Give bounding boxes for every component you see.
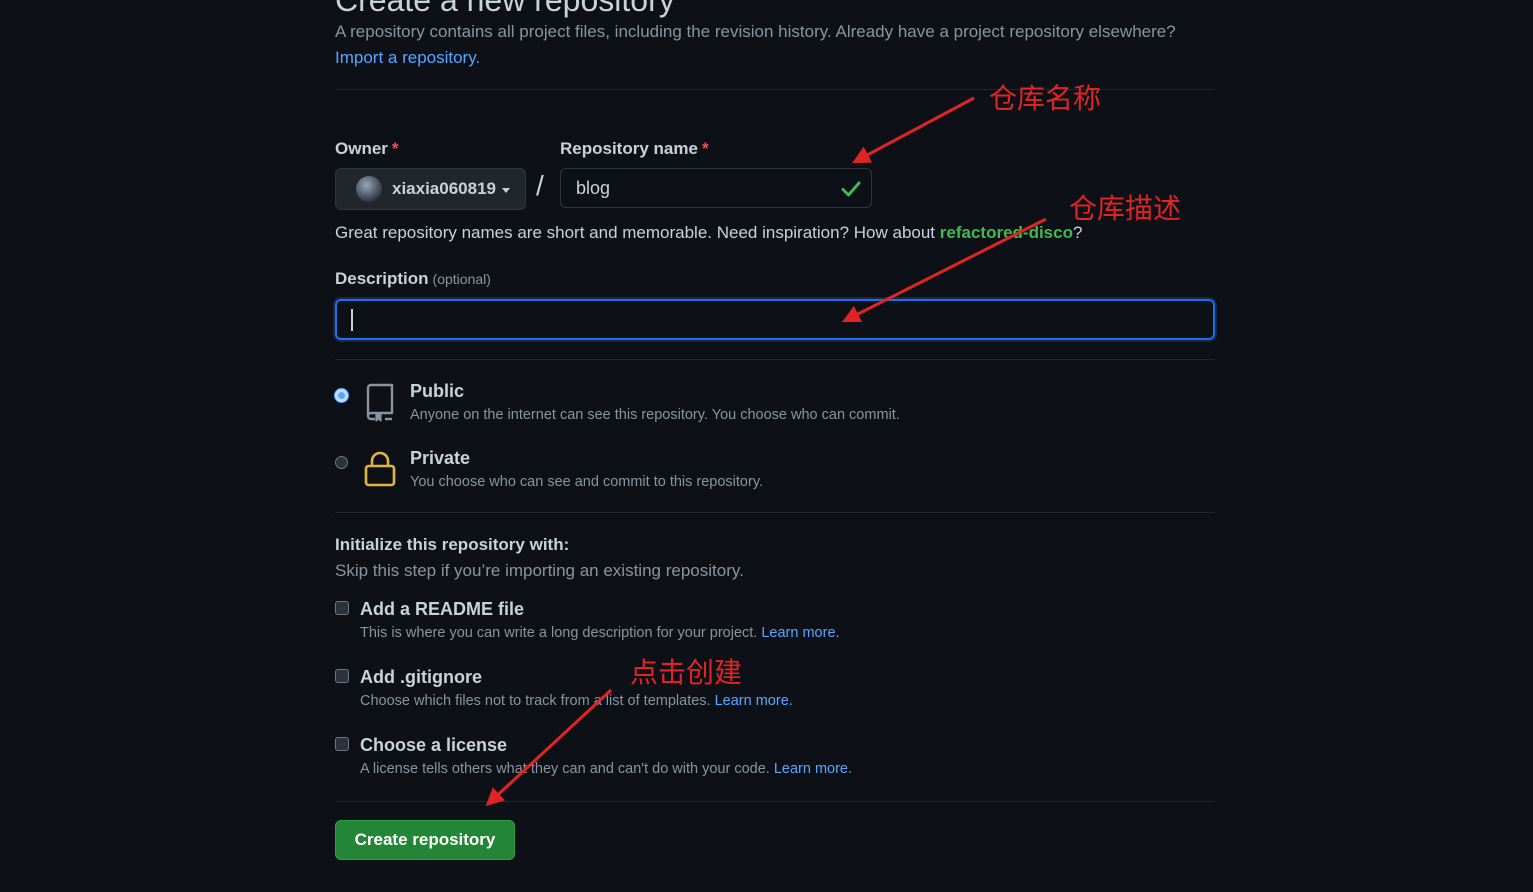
- initialize-heading: Initialize this repository with:: [335, 535, 570, 554]
- license-description-text: A license tells others what they can and…: [360, 761, 770, 777]
- annotation-repo-name: 仓库名称: [989, 82, 1102, 115]
- hint-prefix: Great repository names are short and mem…: [335, 223, 940, 242]
- optional-tag: (optional): [432, 271, 491, 287]
- intro-text: A repository contains all project files,…: [335, 19, 1215, 71]
- divider: [335, 359, 1215, 360]
- readme-checkbox[interactable]: [335, 601, 349, 615]
- text-cursor: [351, 309, 353, 331]
- divider: [335, 801, 1215, 802]
- gitignore-description: Choose which files not to track from a l…: [360, 693, 793, 709]
- repository-name-input[interactable]: blog: [560, 168, 872, 208]
- name-hint: Great repository names are short and mem…: [335, 223, 1082, 243]
- lock-icon: [364, 451, 396, 487]
- name-suggestion-link[interactable]: refactored-disco: [940, 223, 1073, 242]
- repo-name-arrow: [852, 96, 975, 164]
- repo-name-label: Repository name *: [560, 139, 709, 159]
- annotation-create: 点击创建: [630, 656, 743, 689]
- owner-name: xiaxia060819: [392, 179, 496, 198]
- caret-down-icon: [502, 187, 510, 193]
- check-icon: [841, 181, 861, 197]
- public-description: Anyone on the internet can see this repo…: [410, 407, 900, 423]
- gitignore-title: Add .gitignore: [360, 667, 482, 687]
- owner-repo-separator: /: [536, 170, 544, 201]
- license-learn-more-link[interactable]: Learn more.: [774, 761, 852, 777]
- create-repo-page: Create a new repository A repository con…: [0, 0, 1533, 892]
- repository-name-value: blog: [576, 177, 611, 198]
- divider: [335, 512, 1215, 513]
- public-radio[interactable]: [335, 389, 348, 402]
- private-radio[interactable]: [335, 456, 348, 469]
- owner-label: Owner *: [335, 139, 399, 159]
- repo-icon: [366, 383, 394, 422]
- required-mark: *: [701, 139, 709, 158]
- public-title: Public: [410, 381, 465, 401]
- readme-learn-more-link[interactable]: Learn more.: [761, 625, 839, 641]
- page-title: Create a new repository: [335, 0, 675, 18]
- readme-description-text: This is where you can write a long descr…: [360, 625, 758, 641]
- intro-description: A repository contains all project files,…: [335, 22, 1176, 41]
- private-title: Private: [410, 448, 471, 468]
- gitignore-description-text: Choose which files not to track from a l…: [360, 693, 711, 709]
- readme-description: This is where you can write a long descr…: [360, 625, 840, 641]
- license-description: A license tells others what they can and…: [360, 761, 852, 777]
- gitignore-checkbox[interactable]: [335, 669, 349, 683]
- license-title: Choose a license: [360, 735, 508, 755]
- required-mark: *: [391, 139, 399, 158]
- description-label-text: Description: [335, 269, 429, 288]
- owner-dropdown[interactable]: xiaxia060819: [335, 168, 526, 210]
- owner-label-text: Owner: [335, 139, 388, 158]
- description-input[interactable]: [335, 299, 1215, 340]
- gitignore-learn-more-link[interactable]: Learn more.: [715, 693, 793, 709]
- create-repository-button[interactable]: Create repository: [335, 820, 515, 860]
- annotation-arrows: [485, 96, 1047, 807]
- annotation-description: 仓库描述: [1069, 192, 1182, 225]
- private-description: You choose who can see and commit to thi…: [410, 474, 764, 490]
- avatar-icon: [356, 176, 382, 202]
- description-label: Description (optional): [335, 269, 491, 289]
- initialize-subtitle: Skip this step if you’re importing an ex…: [335, 561, 744, 580]
- import-repository-link[interactable]: Import a repository.: [335, 48, 480, 67]
- license-checkbox[interactable]: [335, 737, 349, 751]
- readme-title: Add a README file: [360, 599, 525, 619]
- repo-name-label-text: Repository name: [560, 139, 698, 158]
